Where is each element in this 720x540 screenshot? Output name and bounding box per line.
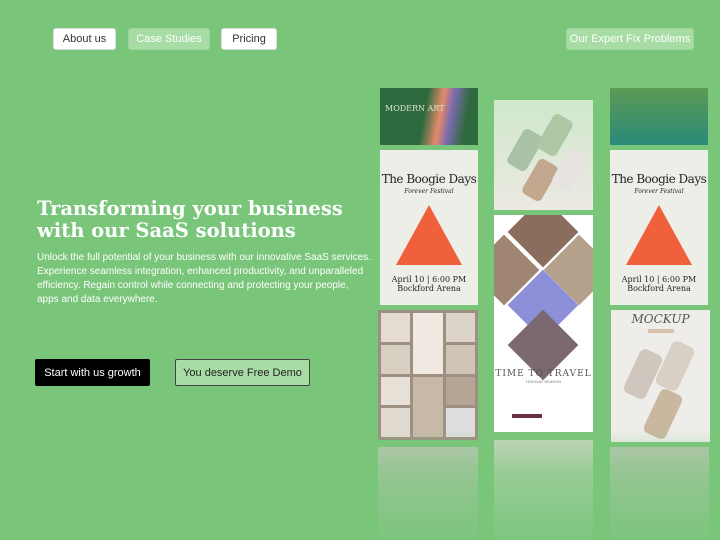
nav-expert-fix-problems[interactable]: Our Expert Fix Problems — [566, 28, 694, 50]
triangle-art — [396, 205, 462, 265]
hero-description: Unlock the full potential of your busine… — [37, 252, 372, 305]
poster-subtitle: Forever Festival — [404, 188, 454, 195]
poster-tile[interactable]: The Boogie Days Forever Festival April 1… — [380, 150, 478, 305]
poster-title: The Boogie Days — [611, 172, 707, 186]
poster-date: April 10 | 6:00 PM — [621, 275, 697, 284]
modern-art-label: MODERN ART — [385, 104, 445, 113]
mockup-title: MOCKUP — [631, 312, 690, 326]
poster-venue: Bockford Arena — [627, 284, 691, 293]
poster-title: The Boogie Days — [381, 172, 477, 186]
nav-pricing[interactable]: Pricing — [221, 28, 277, 50]
phone-mockup-tile[interactable] — [494, 100, 593, 210]
modern-art-tile[interactable]: MODERN ART — [380, 88, 478, 145]
travel-title: TIME TO TRAVEL — [495, 369, 592, 379]
mockup-tile[interactable]: MOCKUP — [611, 310, 710, 442]
poster-venue: Bockford Arena — [397, 284, 461, 293]
start-growth-button[interactable]: Start with us growth — [35, 359, 150, 386]
nav-case-studies[interactable]: Case Studies — [128, 28, 210, 50]
gallery-fade-overlay — [370, 430, 720, 540]
nav-about-us[interactable]: About us — [53, 28, 116, 50]
abstract-tile[interactable] — [610, 88, 708, 145]
photo-collage-tile[interactable] — [378, 310, 478, 440]
travel-poster-tile[interactable]: TIME TO TRAVEL HOLIDAY SEASON — [494, 215, 593, 432]
poster-subtitle: Forever Festival — [634, 188, 684, 195]
free-demo-button[interactable]: You deserve Free Demo — [175, 359, 310, 386]
poster-tile-2[interactable]: The Boogie Days Forever Festival April 1… — [610, 150, 708, 305]
triangle-art — [626, 205, 692, 265]
travel-subtitle: HOLIDAY SEASON — [526, 379, 561, 384]
poster-date: April 10 | 6:00 PM — [391, 275, 467, 284]
hero-title: Transforming your business with our SaaS… — [37, 197, 343, 242]
